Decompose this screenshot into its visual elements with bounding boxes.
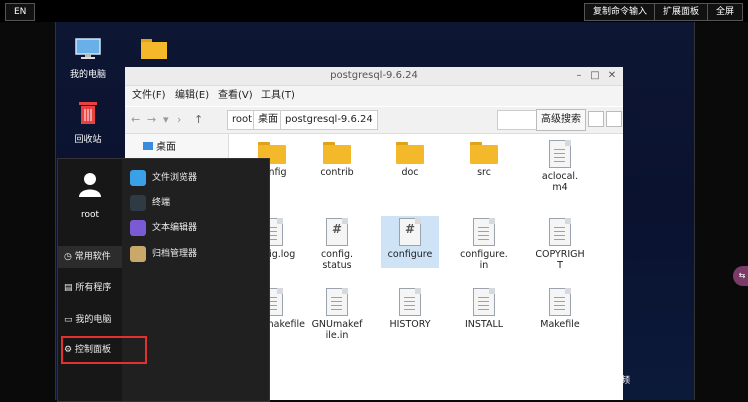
- file-item[interactable]: COPYRIGH T: [531, 216, 589, 271]
- desktop-small-icon: [143, 142, 153, 150]
- folder-icon: [124, 37, 184, 64]
- folder-icon: [470, 142, 498, 164]
- side-item-label: 桌面: [156, 142, 176, 153]
- forward-icon[interactable]: →: [147, 113, 156, 126]
- clock-icon: ◷: [64, 252, 72, 262]
- close-icon[interactable]: ✕: [604, 67, 620, 85]
- category-all-programs[interactable]: ▤ 所有程序: [58, 277, 122, 299]
- breadcrumb-desktop[interactable]: 桌面: [253, 110, 283, 130]
- trash-icon: [58, 100, 118, 129]
- category-label: 我的电脑: [75, 315, 112, 325]
- language-button[interactable]: EN: [5, 3, 36, 21]
- history-down-icon[interactable]: ▾: [163, 113, 169, 126]
- advanced-search-button[interactable]: 高级搜索: [536, 109, 586, 131]
- minimize-icon[interactable]: –: [571, 67, 587, 85]
- up-icon[interactable]: ↑: [194, 113, 203, 126]
- expand-panel-button[interactable]: 扩展面板: [654, 3, 709, 21]
- category-label: 所有程序: [75, 283, 112, 293]
- file-name: contrib: [320, 167, 354, 178]
- archive-manager-icon: [130, 246, 146, 262]
- file-name: configure: [387, 249, 433, 260]
- menu-edit[interactable]: 编辑(E): [175, 86, 209, 106]
- file-browser-icon: [130, 170, 146, 186]
- back-icon[interactable]: ←: [131, 113, 140, 126]
- side-float-icon[interactable]: ⇆: [733, 266, 748, 286]
- start-menu: root ◷ 常用软件 ▤ 所有程序 ▭ 我的电脑 ⚙ 控制面板 文件浏览器 终…: [57, 158, 270, 402]
- file-item[interactable]: GNUmakef ile.in: [308, 286, 366, 341]
- text-file-icon: [473, 288, 495, 316]
- menu-file[interactable]: 文件(F): [132, 86, 166, 106]
- text-file-icon: [549, 288, 571, 316]
- monitor-icon: ▭: [64, 315, 73, 325]
- file-name: doc: [401, 167, 419, 178]
- file-name: HISTORY: [389, 319, 431, 330]
- file-item[interactable]: Makefile: [531, 286, 589, 338]
- file-item[interactable]: configure. in: [455, 216, 513, 271]
- computer-icon: [58, 37, 118, 64]
- file-item[interactable]: contrib: [308, 138, 366, 190]
- text-file-icon: [549, 218, 571, 246]
- category-common-software[interactable]: ◷ 常用软件: [58, 246, 122, 268]
- script-file-icon: #: [399, 218, 421, 246]
- file-name: COPYRIGH T: [535, 249, 585, 271]
- category-label: 常用软件: [74, 252, 111, 262]
- file-name: Makefile: [540, 319, 580, 330]
- menu-tools[interactable]: 工具(T): [261, 86, 295, 106]
- file-name: config. status: [320, 249, 354, 271]
- desktop-icon-recycle-bin[interactable]: 回收站: [58, 100, 118, 145]
- app-label: 文本编辑器: [152, 223, 198, 233]
- user-block: root: [58, 169, 122, 220]
- folder-icon: [323, 142, 351, 164]
- category-my-computer[interactable]: ▭ 我的电脑: [58, 309, 122, 331]
- desktop-icon-my-computer[interactable]: 我的电脑: [58, 37, 118, 80]
- file-name: aclocal. m4: [541, 171, 579, 193]
- folder-icon: [396, 142, 424, 164]
- list-view-icon[interactable]: [606, 111, 622, 127]
- desktop-icon-label: 我的电脑: [69, 70, 106, 80]
- file-item[interactable]: aclocal. m4: [531, 138, 589, 193]
- forward-small-icon[interactable]: ›: [177, 113, 181, 126]
- text-file-icon: [473, 218, 495, 246]
- copy-command-button[interactable]: 复制命令输入: [584, 3, 657, 21]
- toolbar: ← → ▾ › ↑ root 桌面 postgresql-9.6.24 高级搜索: [125, 107, 623, 134]
- script-file-icon: #: [326, 218, 348, 246]
- app-label: 文件浏览器: [152, 173, 198, 183]
- window-titlebar[interactable]: postgresql-9.6.24 – □ ✕: [125, 67, 623, 86]
- text-editor-icon: [130, 220, 146, 236]
- file-item[interactable]: src: [455, 138, 513, 190]
- file-item[interactable]: HISTORY: [381, 286, 439, 338]
- file-name: INSTALL: [464, 319, 504, 330]
- file-name: src: [477, 167, 491, 178]
- breadcrumb-postgresql[interactable]: postgresql-9.6.24: [280, 110, 378, 130]
- app-label: 终端: [152, 198, 171, 208]
- app-label: 归档管理器: [152, 249, 198, 259]
- file-name: configure. in: [460, 249, 508, 271]
- maximize-icon[interactable]: □: [587, 67, 603, 85]
- text-file-icon: [549, 140, 571, 168]
- menu-view[interactable]: 查看(V): [218, 86, 253, 106]
- icon-view-icon[interactable]: [588, 111, 604, 127]
- file-item[interactable]: # configure: [381, 216, 439, 268]
- grid-icon: ▤: [64, 283, 73, 293]
- top-bar: EN 复制命令输入 扩展面板 全屏: [0, 0, 748, 22]
- terminal-icon: [130, 195, 146, 211]
- file-item[interactable]: INSTALL: [455, 286, 513, 338]
- control-panel-highlight: [61, 336, 147, 364]
- file-name: GNUmakef ile.in: [311, 319, 363, 341]
- text-file-icon: [326, 288, 348, 316]
- window-title: postgresql-9.6.24: [330, 70, 418, 81]
- fullscreen-button[interactable]: 全屏: [707, 3, 744, 21]
- side-item-desktop[interactable]: 桌面: [143, 138, 176, 153]
- text-file-icon: [399, 288, 421, 316]
- menu-bar: 文件(F) 编辑(E) 查看(V) 工具(T): [125, 86, 623, 106]
- desktop-icon-label: 回收站: [74, 135, 102, 145]
- user-name: root: [80, 210, 100, 220]
- file-item[interactable]: # config. status: [308, 216, 366, 271]
- file-item[interactable]: doc: [381, 138, 439, 190]
- start-menu-left-pane: root ◷ 常用软件 ▤ 所有程序 ▭ 我的电脑 ⚙ 控制面板: [58, 159, 122, 401]
- avatar: [79, 173, 101, 197]
- file-grid: config contrib doc src aclocal. m4 config.log…: [229, 134, 623, 400]
